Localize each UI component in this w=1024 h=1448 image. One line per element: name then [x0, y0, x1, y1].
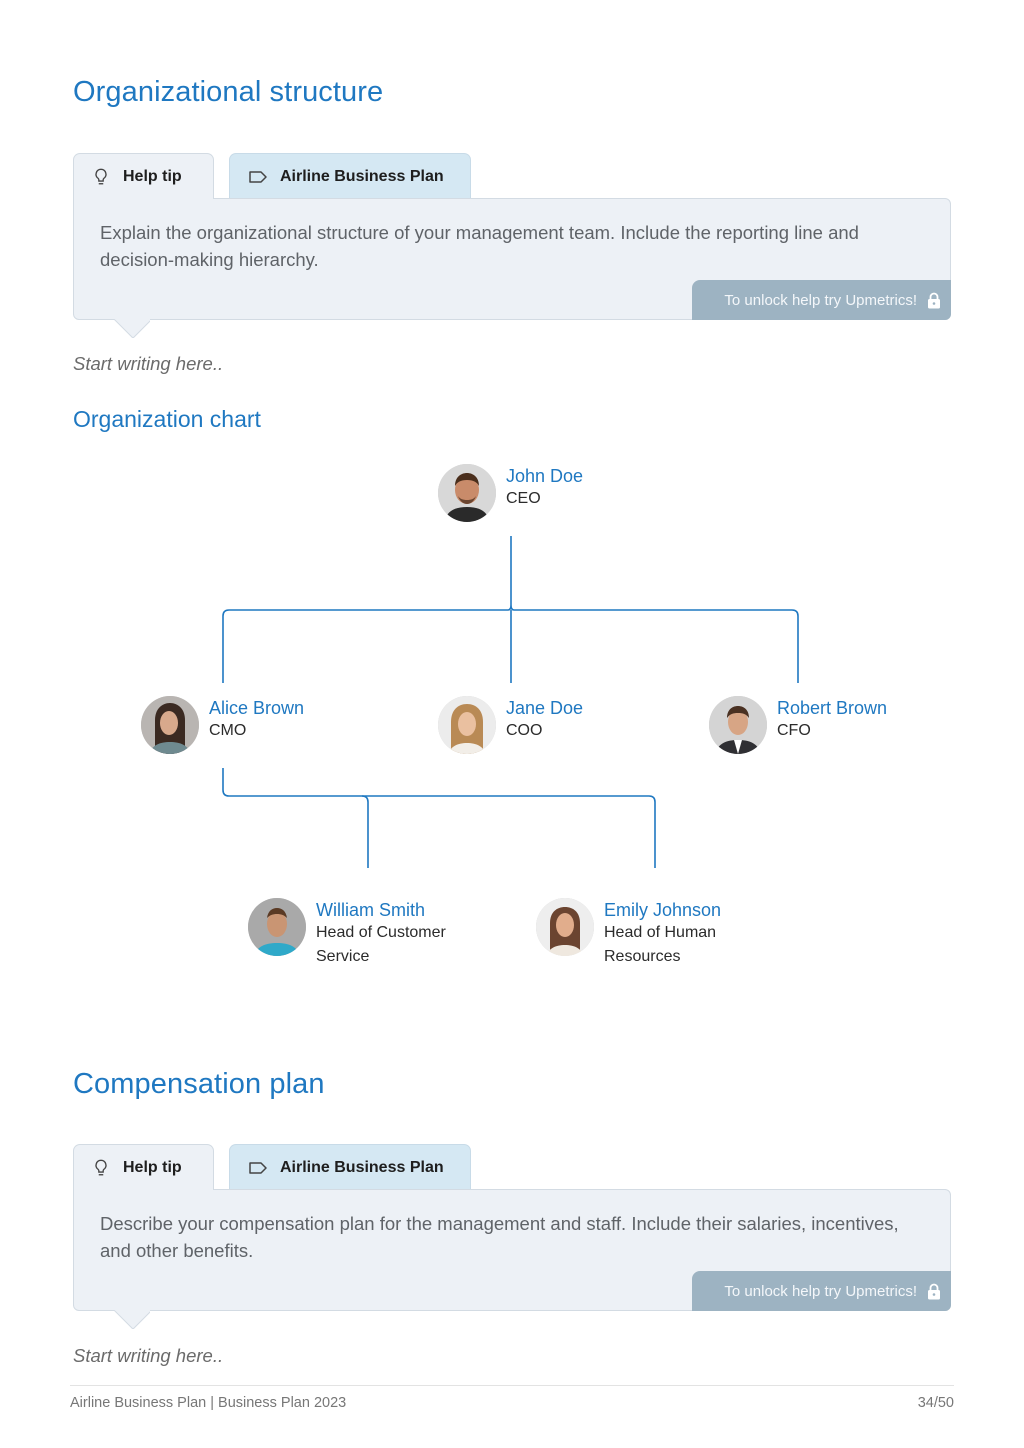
org-node-coo: Jane Doe COO: [438, 696, 583, 754]
avatar-robert-brown: [709, 696, 767, 754]
start-writing-input[interactable]: Start writing here..: [73, 1345, 223, 1367]
connector-ceo-to-cfo: [514, 609, 799, 683]
section-title-compensation: Compensation plan: [73, 1068, 325, 1100]
person-name: William Smith: [316, 900, 426, 920]
lock-icon: [928, 1283, 940, 1299]
plan-tab[interactable]: Airline Business Plan: [229, 1144, 471, 1190]
help-tip-tab[interactable]: Help tip: [73, 153, 214, 199]
org-node-cfo: Robert Brown CFO: [709, 696, 887, 754]
person-role-line-2: Resources: [604, 948, 681, 965]
help-tip-tab[interactable]: Help tip: [73, 1144, 214, 1190]
unlock-help-button[interactable]: To unlock help try Upmetrics!: [692, 1271, 951, 1311]
person-role-line-1: Head of Human: [604, 924, 717, 941]
avatar-emily-johnson: [536, 898, 594, 956]
person-role-line-1: Head of Customer: [316, 924, 446, 941]
person-role-line-2: Service: [316, 948, 370, 965]
footer-document-title: Airline Business Plan | Business Plan 20…: [70, 1395, 347, 1411]
help-pointer: [114, 1310, 150, 1329]
unlock-label: To unlock help try Upmetrics!: [724, 1282, 917, 1300]
avatar-william-smith: [248, 898, 306, 956]
help-box-compensation: Help tip Airline Business Plan Describe …: [73, 1144, 951, 1311]
person-name: Emily Johnson: [604, 900, 722, 920]
person-name: Robert Brown: [777, 698, 888, 718]
help-tip-label: Help tip: [123, 1158, 182, 1176]
person-role: CFO: [777, 722, 811, 739]
lightbulb-icon: [95, 168, 107, 184]
person-role: CMO: [209, 722, 247, 739]
avatar-alice-brown: [141, 696, 199, 754]
person-role: CEO: [506, 490, 541, 507]
footer-divider: [70, 1385, 954, 1386]
help-tip-label: Help tip: [123, 167, 182, 185]
person-name: Alice Brown: [209, 698, 305, 718]
org-node-human-resources: Emily Johnson Head of Human Resources: [536, 898, 721, 969]
org-node-cmo: Alice Brown CMO: [141, 696, 304, 754]
plan-tab-label: Airline Business Plan: [280, 1158, 444, 1176]
org-node-customer-service: William Smith Head of Customer Service: [248, 898, 446, 969]
footer-page-number: 34/50: [917, 1395, 954, 1411]
connector-cmo-to-hr: [362, 795, 656, 868]
avatar-john-doe: [438, 464, 496, 522]
org-node-ceo: John Doe CEO: [438, 464, 583, 522]
tag-icon: [249, 1161, 267, 1174]
person-name: Jane Doe: [506, 698, 584, 718]
help-text: Describe your compensation plan for the …: [100, 1213, 899, 1261]
person-name: John Doe: [506, 466, 584, 486]
connector-ceo-to-coo: [507, 604, 515, 683]
lightbulb-icon: [95, 1159, 107, 1175]
help-panel: Describe your compensation plan for the …: [73, 1189, 951, 1311]
connector-ceo-to-cmo: [222, 609, 508, 683]
connector-cmo-trunk: [222, 768, 369, 868]
avatar-jane-doe: [438, 696, 496, 754]
person-role: COO: [506, 722, 543, 739]
